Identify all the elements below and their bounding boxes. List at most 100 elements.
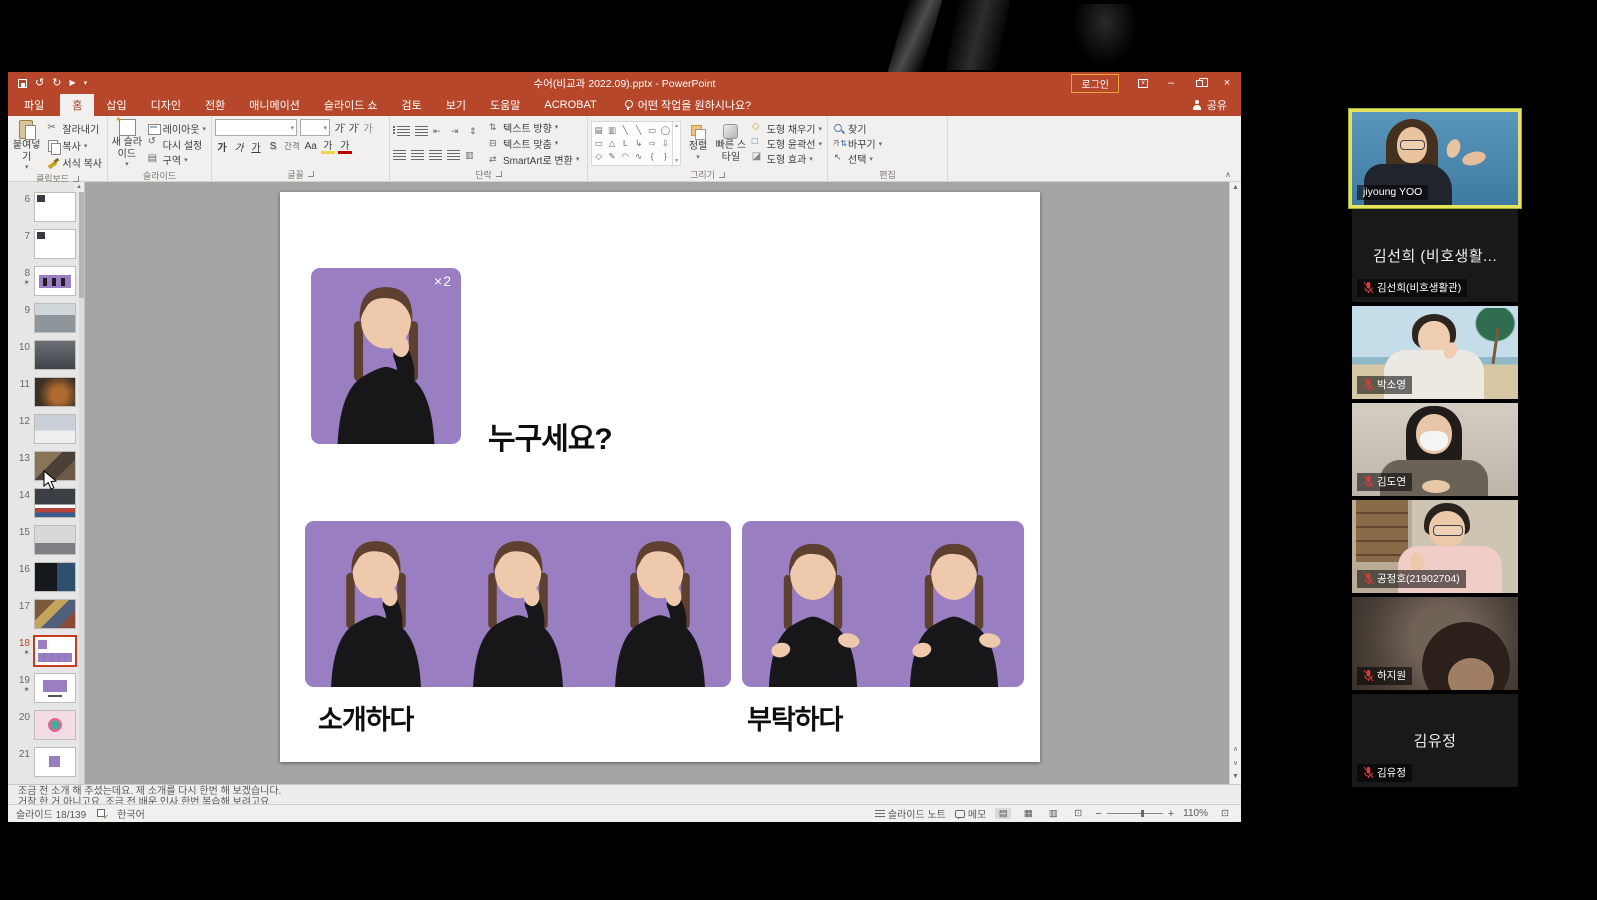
- normal-view-icon[interactable]: ▤: [995, 808, 1011, 819]
- ribbon-tab[interactable]: 애니메이션: [237, 94, 312, 116]
- increase-indent-icon[interactable]: ⇥: [451, 126, 464, 136]
- scroll-up-icon[interactable]: ▲: [1232, 184, 1239, 191]
- slide-thumbnail[interactable]: [35, 378, 75, 406]
- shape-icon[interactable]: ◯: [659, 124, 672, 137]
- sign-image-request[interactable]: [742, 521, 1024, 687]
- slide-thumbnail[interactable]: [35, 452, 75, 480]
- replace-button[interactable]: 바꾸기▾: [831, 136, 884, 151]
- ribbon-tab[interactable]: 슬라이드 쇼: [312, 94, 390, 116]
- spellcheck-icon[interactable]: [96, 808, 107, 819]
- slide-thumbnail[interactable]: [35, 748, 75, 776]
- bullets-icon[interactable]: [397, 126, 410, 136]
- paste-button[interactable]: 붙여넣기 ▾: [11, 119, 42, 172]
- slideshow-view-icon[interactable]: ⊡: [1070, 808, 1086, 819]
- columns-icon[interactable]: ▥: [465, 150, 478, 160]
- canvas-scrollbar[interactable]: ▲ ∧ ∨ ▼: [1229, 182, 1241, 784]
- shape-icon[interactable]: ╲: [632, 124, 645, 137]
- ribbon-tab[interactable]: 홈: [60, 94, 94, 116]
- slide-thumbnail[interactable]: [35, 489, 75, 517]
- sign-image-introduce[interactable]: [305, 521, 731, 687]
- justify-icon[interactable]: [447, 150, 460, 160]
- ribbon-tab[interactable]: 디자인: [139, 94, 193, 116]
- zoom-percentage[interactable]: 110%: [1183, 808, 1208, 819]
- slide-counter[interactable]: 슬라이드 18/139: [16, 806, 86, 821]
- font-tool-button[interactable]: 가: [347, 120, 361, 136]
- shape-gallery[interactable]: ▲▼ ▤▥╲╲▭◯▭△L↳⇨⇩◇✎◠∿{}: [591, 121, 681, 166]
- shape-icon[interactable]: ⇩: [659, 137, 672, 150]
- font-style-button[interactable]: S: [266, 138, 280, 154]
- previous-slide-icon[interactable]: ∧: [1233, 745, 1238, 753]
- shape-icon[interactable]: ▭: [645, 124, 658, 137]
- shape-icon[interactable]: ▥: [605, 124, 618, 137]
- align-text-button[interactable]: ⊟텍스트 맞춤▾: [489, 136, 579, 150]
- line-spacing-icon[interactable]: ⇕: [469, 126, 482, 136]
- new-slide-button[interactable]: 새 슬라이드 ▾: [111, 119, 143, 169]
- shape-icon[interactable]: ⇨: [645, 137, 658, 150]
- arrange-button[interactable]: 정렬 ▾: [684, 119, 712, 168]
- slide-thumbnail[interactable]: [35, 267, 75, 295]
- comments-toggle-button[interactable]: 메모: [955, 806, 986, 821]
- language-indicator[interactable]: 한국어: [117, 806, 145, 821]
- shape-icon[interactable]: ▭: [592, 137, 605, 150]
- minimize-button[interactable]: –: [1157, 72, 1185, 94]
- quick-styles-button[interactable]: 빠른 스타일: [715, 119, 747, 168]
- convert-smartart-button[interactable]: ⇄SmartArt로 변환▾: [489, 152, 579, 166]
- thumbnails-scrollbar-thumb[interactable]: [79, 190, 84, 298]
- participant-tile[interactable]: 김유정 김유정: [1352, 694, 1518, 787]
- layout-button[interactable]: 레이아웃▾: [146, 121, 208, 136]
- zoom-slider-thumb[interactable]: [1141, 810, 1144, 817]
- participant-tile[interactable]: 박소영: [1352, 306, 1518, 399]
- fit-to-window-icon[interactable]: ⊡: [1217, 808, 1233, 819]
- dialog-launcher-icon[interactable]: [719, 172, 725, 178]
- caption-request[interactable]: 부탁하다: [747, 698, 842, 737]
- shape-icon[interactable]: ▤: [592, 124, 605, 137]
- shape-outline-button[interactable]: 도형 윤곽선▾: [750, 136, 824, 151]
- find-button[interactable]: 찾기: [831, 121, 884, 136]
- zoom-in-icon[interactable]: +: [1168, 808, 1174, 820]
- next-slide-icon[interactable]: ∨: [1233, 759, 1238, 767]
- select-button[interactable]: 선택▾: [831, 151, 884, 166]
- shape-icon[interactable]: ◇: [592, 150, 605, 163]
- align-right-icon[interactable]: [429, 150, 442, 160]
- slide-thumbnail[interactable]: [35, 637, 75, 665]
- ribbon-display-options-button[interactable]: [1129, 72, 1157, 94]
- shape-fill-button[interactable]: 도형 채우기▾: [750, 121, 824, 136]
- slide-thumbnail[interactable]: [35, 230, 75, 258]
- font-tool-button[interactable]: 가: [333, 120, 347, 136]
- reset-button[interactable]: 다시 설정: [146, 137, 208, 152]
- shape-icon[interactable]: L: [619, 137, 632, 150]
- shape-effects-button[interactable]: 도형 효과▾: [750, 151, 824, 166]
- notes-toggle-button[interactable]: 슬라이드 노트: [875, 806, 946, 821]
- tell-me-search[interactable]: 어떤 작업을 원하시나요?: [623, 94, 751, 116]
- font-style-button[interactable]: 가: [249, 138, 263, 154]
- dialog-launcher-icon[interactable]: [73, 176, 79, 182]
- ribbon-tab[interactable]: 도움말: [478, 94, 532, 116]
- share-button[interactable]: 공유: [1192, 94, 1227, 116]
- participant-tile[interactable]: 하지원: [1352, 597, 1518, 690]
- align-center-icon[interactable]: [411, 150, 424, 160]
- shape-icon[interactable]: ↳: [632, 137, 645, 150]
- start-slideshow-icon[interactable]: ▶: [69, 79, 75, 87]
- ribbon-tab[interactable]: 보기: [434, 94, 478, 116]
- ribbon-tab[interactable]: ACROBAT: [532, 94, 608, 116]
- slide-sorter-view-icon[interactable]: ▦: [1020, 808, 1036, 819]
- ribbon-tab[interactable]: 검토: [390, 94, 434, 116]
- font-style-button[interactable]: 간격: [283, 138, 301, 154]
- text-direction-button[interactable]: ⇅텍스트 방향▾: [489, 120, 579, 134]
- scroll-down-icon[interactable]: ▼: [1232, 773, 1239, 780]
- tab-file[interactable]: 파일: [8, 94, 60, 116]
- thumbnails-scrollbar[interactable]: [79, 182, 84, 784]
- participant-tile[interactable]: 공정호(21902704): [1352, 500, 1518, 593]
- shape-gallery-scrollbar[interactable]: ▲▼: [672, 122, 680, 165]
- shape-icon[interactable]: ◠: [619, 150, 632, 163]
- participant-tile[interactable]: 김선희 (비호생활... 김선희(비호생활관): [1352, 209, 1518, 302]
- dialog-launcher-icon[interactable]: [308, 171, 314, 177]
- section-button[interactable]: 구역▾: [146, 152, 208, 167]
- close-button[interactable]: ×: [1213, 72, 1241, 94]
- save-icon[interactable]: [18, 79, 27, 88]
- collapse-ribbon-icon[interactable]: ∧: [1225, 170, 1231, 179]
- font-size-input[interactable]: ▾: [300, 119, 330, 136]
- slide-18[interactable]: ×2 누구세요?: [280, 192, 1040, 762]
- format-painter-button[interactable]: 서식 복사: [45, 155, 104, 170]
- slide-thumbnail[interactable]: [35, 415, 75, 443]
